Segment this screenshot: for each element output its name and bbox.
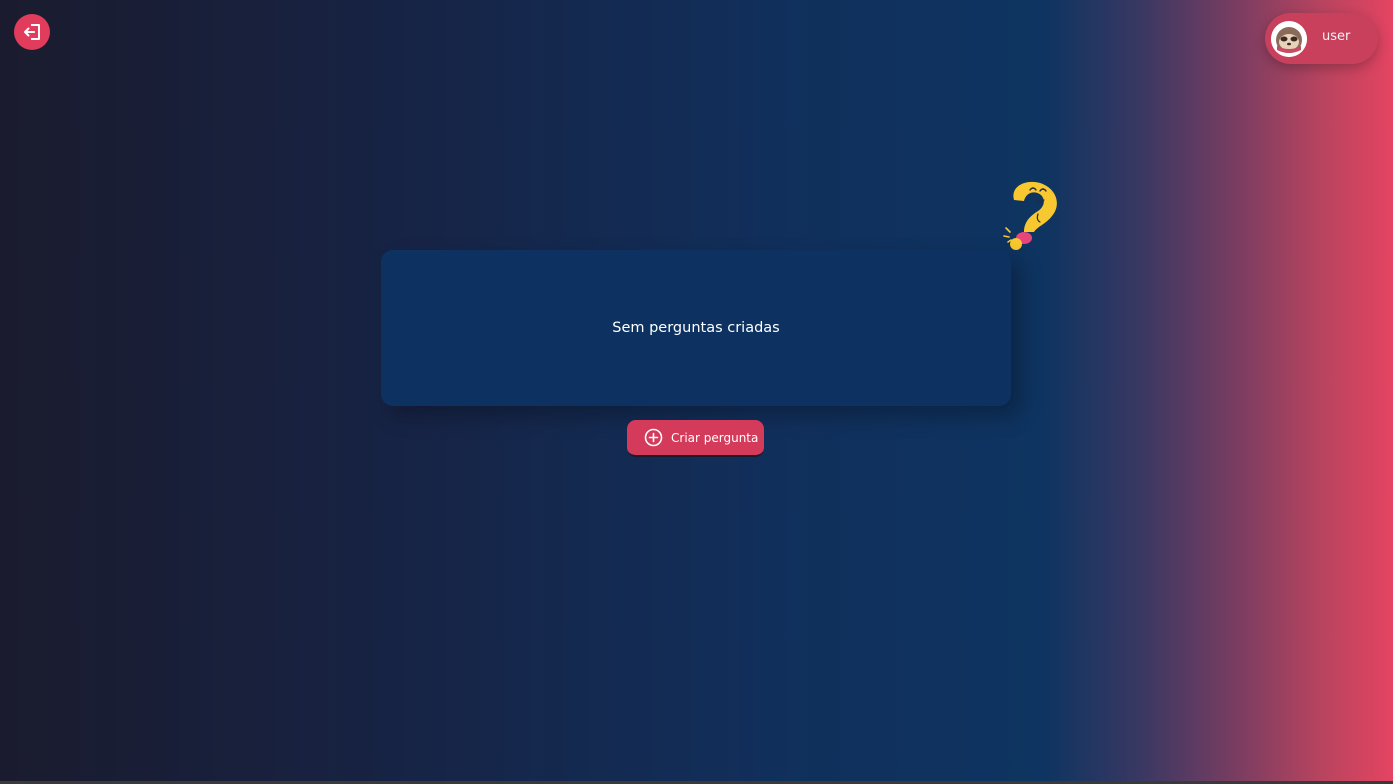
question-mark-mascot-icon xyxy=(1003,181,1057,250)
plus-circle-icon xyxy=(644,428,663,447)
create-question-button[interactable]: Criar pergunta xyxy=(627,420,764,457)
empty-message: Sem perguntas criadas xyxy=(612,320,780,336)
sloth-avatar-icon xyxy=(1271,21,1307,57)
create-question-label: Criar pergunta xyxy=(671,430,759,445)
logout-button[interactable] xyxy=(14,14,50,50)
user-name: user xyxy=(1322,29,1351,44)
empty-questions-card: Sem perguntas criadas xyxy=(381,250,1011,406)
logout-icon xyxy=(24,24,40,40)
user-menu[interactable]: user xyxy=(1265,13,1378,64)
avatar xyxy=(1271,21,1307,57)
